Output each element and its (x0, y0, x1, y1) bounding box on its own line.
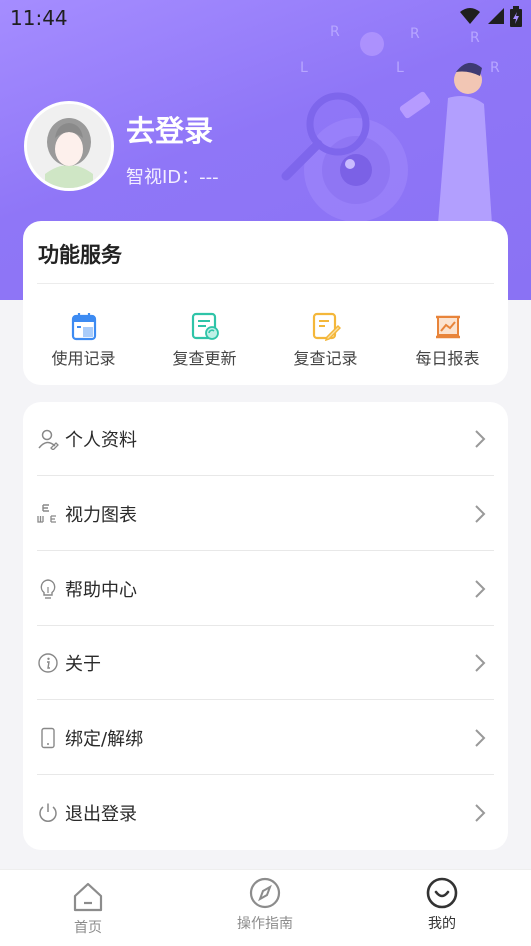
eye-exam-illustration: R R R R L L L (281, 24, 500, 224)
chevron-right-icon (475, 804, 486, 822)
service-label: 每日报表 (415, 349, 480, 368)
wifi-icon (460, 8, 480, 24)
menu-divider (37, 475, 494, 476)
menu-item-profile[interactable]: 个人资料 (37, 402, 494, 476)
settings-menu-card: 个人资料 视力图表 帮助中心 关于 绑定/解绑 退出登录 (23, 402, 508, 850)
compass-icon (249, 877, 281, 909)
service-label: 复查记录 (293, 349, 358, 368)
service-usage-records[interactable]: 使用记录 (23, 311, 144, 369)
tab-label: 操作指南 (237, 916, 293, 932)
service-recheck-records[interactable]: 复查记录 (265, 311, 386, 369)
tab-home[interactable]: 首页 (28, 880, 148, 937)
refresh-document-icon (191, 312, 219, 340)
chevron-right-icon (475, 580, 486, 598)
chevron-right-icon (475, 729, 486, 747)
lightbulb-icon (40, 579, 56, 599)
menu-label: 退出登录 (65, 804, 137, 825)
info-icon (38, 653, 58, 673)
service-label: 复查更新 (172, 349, 237, 368)
service-recheck-update[interactable]: 复查更新 (144, 311, 265, 369)
svg-text:L: L (396, 60, 404, 76)
tab-mine[interactable]: 我的 (382, 876, 502, 933)
login-link[interactable]: 去登录 (126, 108, 213, 150)
chevron-right-icon (475, 505, 486, 523)
signal-icon (488, 8, 504, 24)
battery-icon (510, 6, 522, 27)
service-daily-report[interactable]: 每日报表 (387, 311, 508, 369)
menu-label: 个人资料 (65, 430, 137, 451)
clipboard-icon (71, 313, 96, 341)
menu-item-bind-unbind[interactable]: 绑定/解绑 (37, 701, 494, 775)
menu-item-vision-chart[interactable]: 视力图表 (37, 477, 494, 551)
chart-board-icon (435, 315, 460, 339)
menu-label: 帮助中心 (65, 580, 137, 601)
tab-label: 我的 (428, 916, 456, 932)
menu-item-help-center[interactable]: 帮助中心 (37, 552, 494, 626)
tab-guide[interactable]: 操作指南 (205, 876, 325, 933)
eye-chart-icon (37, 504, 56, 523)
menu-divider (37, 699, 494, 700)
user-id-text: 智视ID：--- (126, 167, 219, 188)
tab-label: 首页 (74, 920, 102, 936)
menu-label: 视力图表 (65, 505, 137, 526)
user-icon (38, 429, 59, 450)
chevron-right-icon (475, 654, 486, 672)
home-icon (73, 882, 103, 912)
status-bar: 11:44 (0, 0, 531, 34)
bottom-tab-bar: 首页 操作指南 我的 (0, 869, 531, 946)
menu-divider (37, 774, 494, 775)
avatar[interactable] (24, 101, 114, 191)
services-divider (37, 283, 494, 284)
smile-icon (426, 877, 458, 909)
menu-label: 绑定/解绑 (65, 729, 144, 750)
menu-label: 关于 (65, 654, 101, 675)
service-label: 使用记录 (51, 349, 116, 368)
status-time: 11:44 (10, 6, 68, 30)
chevron-right-icon (475, 430, 486, 448)
phone-icon (41, 727, 55, 749)
edit-document-icon (312, 312, 341, 341)
services-title: 功能服务 (38, 243, 122, 267)
menu-divider (37, 550, 494, 551)
power-icon (39, 803, 57, 822)
services-card: 功能服务 使用记录 复查更新 复查记录 每日报表 (23, 221, 508, 385)
status-icons (459, 6, 523, 28)
svg-text:L: L (300, 60, 308, 76)
menu-item-about[interactable]: 关于 (37, 626, 494, 700)
menu-item-logout[interactable]: 退出登录 (37, 776, 494, 850)
svg-text:R: R (490, 60, 500, 76)
default-avatar-icon (27, 104, 111, 188)
